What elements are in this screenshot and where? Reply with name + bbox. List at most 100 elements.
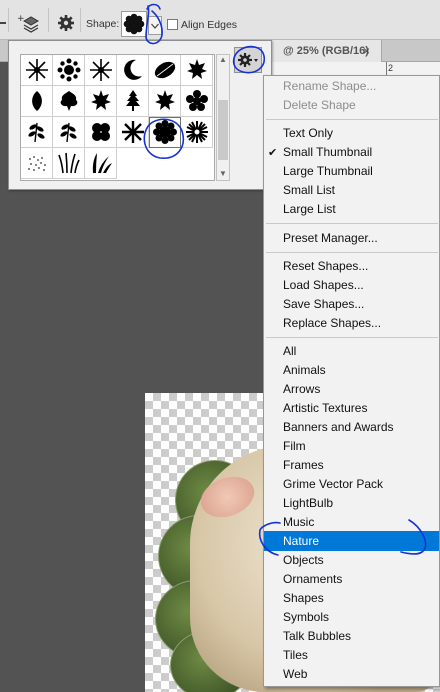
menu-item-save-shapes[interactable]: Save Shapes... [264, 295, 439, 314]
menu-separator [266, 119, 438, 120]
close-tab-icon[interactable]: × [363, 44, 370, 58]
menu-item-web[interactable]: Web [264, 665, 439, 684]
shape-thumbnail-flower-3-selected[interactable] [149, 117, 181, 148]
menu-separator [266, 337, 438, 338]
shape-thumbnail-flower-2[interactable] [117, 117, 149, 148]
stack-layers-icon: + [17, 14, 40, 33]
menu-separator [266, 223, 438, 224]
gear-icon [238, 53, 258, 67]
shape-thumbnail-fern-1[interactable] [21, 117, 53, 148]
options-bar: + Shape: Align Edges [0, 0, 440, 40]
menu-item-arrows[interactable]: Arrows [264, 380, 439, 399]
menu-item-small-thumbnail[interactable]: Small Thumbnail [264, 143, 439, 162]
scroll-down-icon[interactable]: ▼ [219, 169, 227, 178]
scroll-up-icon[interactable]: ▲ [219, 55, 227, 64]
ruler-tick [386, 62, 387, 76]
menu-item-text-only[interactable]: Text Only [264, 124, 439, 143]
maple-icon [90, 90, 111, 110]
gear-icon [58, 15, 74, 31]
menu-item-talk-bubbles[interactable]: Talk Bubbles [264, 627, 439, 646]
snowflake-icon [89, 59, 112, 81]
shape-thumbnail-grass-2[interactable] [85, 148, 117, 179]
align-edges-label: Align Edges [181, 19, 238, 31]
shape-thumbnail-leaf-5[interactable] [85, 86, 117, 117]
toolbar-separator [8, 8, 9, 32]
shape-thumbnail-leaf-1[interactable] [149, 55, 181, 86]
menu-item-objects[interactable]: Objects [264, 551, 439, 570]
shape-label: Shape: [86, 18, 120, 30]
shape-thumbnail-leaf-4[interactable] [53, 86, 85, 117]
menu-item-banners-and-awards[interactable]: Banners and Awards [264, 418, 439, 437]
shape-thumbnail-snowflake-2[interactable] [53, 55, 85, 86]
flower-shape-icon [123, 13, 145, 35]
menu-separator [266, 252, 438, 253]
menu-item-lightbulb[interactable]: LightBulb [264, 494, 439, 513]
menu-item-reset-shapes[interactable]: Reset Shapes... [264, 257, 439, 276]
daisy-icon [185, 121, 208, 143]
shape-thumbnail-leaf-8[interactable] [181, 86, 213, 117]
leaf-round-icon [154, 61, 175, 79]
maple-icon [186, 59, 207, 79]
flower-big-icon [152, 120, 177, 144]
shape-picker-gear-button[interactable] [234, 47, 262, 73]
shape-thumbnail-leaf-7[interactable] [149, 86, 181, 117]
shape-thumbnail-flower-4[interactable] [181, 117, 213, 148]
shape-thumbnail-leaf-6[interactable] [117, 86, 149, 117]
fern-icon [59, 122, 77, 143]
shape-thumbnail-fern-2[interactable] [53, 117, 85, 148]
path-arrangement-button[interactable]: + [16, 12, 42, 34]
shape-thumbnail-crescent-moon[interactable] [117, 55, 149, 86]
leaf-oval-icon [31, 91, 42, 111]
menu-item-all[interactable]: All [264, 342, 439, 361]
shape-thumbnail-leaf-2[interactable] [181, 55, 213, 86]
menu-item-music[interactable]: Music [264, 513, 439, 532]
left-edge-fragment [0, 22, 6, 24]
menu-item-replace-shapes[interactable]: Replace Shapes... [264, 314, 439, 333]
scrollbar-thumb[interactable] [218, 100, 228, 160]
flower-5-icon [185, 90, 208, 111]
shape-thumbnail-snowflake-3[interactable] [85, 55, 117, 86]
document-tab-label: @ 25% (RGB/16) [283, 45, 369, 57]
snowflake-icon [25, 59, 48, 81]
menu-item-shapes[interactable]: Shapes [264, 589, 439, 608]
menu-item-rename-shape: Rename Shape... [283, 79, 377, 93]
menu-item-symbols[interactable]: Symbols [264, 608, 439, 627]
dots-icon [27, 156, 46, 171]
leaf-lobed-icon [60, 91, 77, 111]
checkmark-icon: ✔ [268, 147, 278, 159]
menu-item-artistic-textures[interactable]: Artistic Textures [264, 399, 439, 418]
menu-item-load-shapes[interactable]: Load Shapes... [264, 276, 439, 295]
chevron-down-icon [151, 23, 159, 29]
menu-item-ornaments[interactable]: Ornaments [264, 570, 439, 589]
menu-item-large-list[interactable]: Large List [264, 200, 439, 219]
menu-item-delete-shape: Delete Shape [283, 98, 356, 112]
grass-2-icon [92, 153, 112, 173]
toolbar-separator [48, 8, 49, 32]
toolbar-separator [80, 8, 81, 32]
menu-item-tiles[interactable]: Tiles [264, 646, 439, 665]
moon-icon [123, 59, 142, 80]
menu-item-grime-vector-pack[interactable]: Grime Vector Pack [264, 475, 439, 494]
snowflake-2-icon [57, 58, 80, 82]
menu-item-frames[interactable]: Frames [264, 456, 439, 475]
align-edges-checkbox[interactable] [167, 19, 178, 30]
shape-thumbnail-leaf-3[interactable] [21, 86, 53, 117]
clover-icon [91, 123, 110, 141]
menu-item-preset-manager[interactable]: Preset Manager... [264, 229, 439, 248]
shape-thumbnail-grass-1[interactable] [53, 148, 85, 179]
current-shape-swatch[interactable] [121, 11, 147, 37]
path-options-gear-button[interactable] [56, 13, 76, 33]
shape-thumbnail-grass-dots[interactable] [21, 148, 53, 179]
menu-item-animals[interactable]: Animals [264, 361, 439, 380]
shape-thumbnail-flower-1[interactable] [85, 117, 117, 148]
grass-icon [57, 152, 80, 174]
shape-thumbnail-snowflake-1[interactable] [21, 55, 53, 86]
svg-text:+: + [17, 14, 25, 24]
menu-item-small-list[interactable]: Small List [264, 181, 439, 200]
star-burst-icon [121, 121, 144, 143]
menu-item-nature[interactable]: Nature [264, 531, 439, 551]
menu-item-large-thumbnail[interactable]: Large Thumbnail [264, 162, 439, 181]
maple-icon [154, 90, 175, 110]
menu-item-film[interactable]: Film [264, 437, 439, 456]
shape-picker-dropdown-button[interactable] [148, 16, 162, 35]
